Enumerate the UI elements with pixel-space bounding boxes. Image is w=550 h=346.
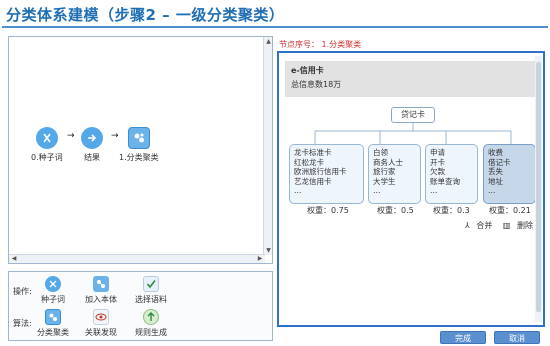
tool-label: 规则生成 xyxy=(135,328,167,337)
cluster-icon xyxy=(127,127,150,149)
tool-association[interactable]: 关联发现 xyxy=(77,309,125,338)
tree-connectors xyxy=(314,123,512,144)
trash-icon: ▥ xyxy=(502,221,511,230)
cluster-weight: 权重：0.75 xyxy=(307,206,349,215)
cluster-term: 申请 xyxy=(430,148,445,157)
cluster-term: 开卡 xyxy=(430,157,445,167)
cluster-term: 艺龙信用卡 xyxy=(294,176,332,186)
tool-label: 选择语料 xyxy=(135,295,167,304)
canvas-vertical-scrollbar[interactable]: ▲ ▼ xyxy=(263,37,272,255)
cluster-term: 欧洲旅行信用卡 xyxy=(294,167,347,176)
cluster-term: … xyxy=(294,186,302,195)
cluster-term: 大学生 xyxy=(373,176,396,186)
flow-node-cluster[interactable]: 1.分类聚类 xyxy=(119,127,159,163)
cluster-weight: 权重：0.21 xyxy=(489,206,531,215)
scroll-down-icon[interactable]: ▼ xyxy=(265,247,272,254)
seed-icon xyxy=(45,276,61,292)
merge-label: 合并 xyxy=(476,221,493,230)
page-title: 分类体系建模（步骤2 – 一级分类聚类） xyxy=(6,6,285,24)
flow-node-label: 结果 xyxy=(84,153,100,162)
cluster-card[interactable]: 申请 开卡 欠款 账单查询 … xyxy=(425,144,478,204)
delete-label: 删除 xyxy=(517,221,533,230)
toolbox: 操作: 算法: 种子词 加入本体 选择语料 分类聚类 关联发现 规则生成 xyxy=(8,271,273,341)
panel-scrollbar[interactable] xyxy=(535,56,542,322)
tool-select-corpus[interactable]: 选择语料 xyxy=(127,276,175,305)
add-ontology-icon xyxy=(93,276,109,292)
finish-button[interactable]: 完成 xyxy=(440,331,486,344)
tool-label: 关联发现 xyxy=(85,328,117,337)
cluster-card[interactable]: 白领 商务人士 旅行家 大学生 … xyxy=(368,144,421,204)
cluster-card-selected[interactable]: 收费 借记卡 丢失 地址 … xyxy=(483,144,536,204)
merge-action[interactable]: ⅄ 合并 xyxy=(461,221,495,230)
delete-action[interactable]: ▥ 删除 xyxy=(499,221,533,230)
merge-icon: ⅄ xyxy=(464,221,470,230)
tool-label: 加入本体 xyxy=(85,295,117,304)
flow-canvas[interactable]: 0.种子词 → 结果 → 1.分类聚类 ▲ ▼ ◀ ▶ xyxy=(8,36,273,264)
flow-node-result[interactable]: 结果 xyxy=(81,127,103,163)
flow-arrow-icon: → xyxy=(111,131,119,141)
result-arrow-icon xyxy=(81,127,103,149)
canvas-horizontal-scrollbar[interactable]: ◀ ▶ xyxy=(9,254,265,263)
scroll-right-icon[interactable]: ▶ xyxy=(256,255,264,263)
cluster-term: 旅行家 xyxy=(373,167,396,176)
rule-icon xyxy=(143,309,159,325)
scroll-up-icon[interactable]: ▲ xyxy=(265,38,272,45)
cluster-term: … xyxy=(373,186,381,195)
cluster-term: 红松龙卡 xyxy=(294,157,324,167)
cluster-card[interactable]: 龙卡标准卡 红松龙卡 欧洲旅行信用卡 艺龙信用卡 … xyxy=(289,144,364,204)
cluster-weight: 权重：0.5 xyxy=(377,206,414,215)
tool-seed[interactable]: 种子词 xyxy=(29,276,77,305)
cluster-icon xyxy=(45,309,61,325)
cluster-term: 账单查询 xyxy=(430,176,460,186)
cluster-term: 地址 xyxy=(488,176,503,186)
cluster-actions: ⅄ 合并 ▥ 删除 xyxy=(457,220,533,231)
cluster-term: 商务人士 xyxy=(373,157,403,167)
title-divider xyxy=(2,26,548,28)
flow-arrow-icon: → xyxy=(67,131,75,141)
seed-icon xyxy=(35,127,58,149)
cluster-weight: 权重：0.3 xyxy=(433,206,470,215)
node-number: 节点序号： 1.分类聚类 xyxy=(279,40,362,49)
cluster-term: 借记卡 xyxy=(488,157,511,167)
cancel-button[interactable]: 取消 xyxy=(494,331,540,344)
tool-label: 分类聚类 xyxy=(37,328,69,337)
tool-cluster[interactable]: 分类聚类 xyxy=(29,309,77,338)
flow-node-label: 1.分类聚类 xyxy=(119,153,159,162)
cluster-term: 丢失 xyxy=(488,167,503,176)
cluster-term: … xyxy=(488,186,496,195)
cluster-term: 龙卡标准卡 xyxy=(294,148,332,157)
select-corpus-icon xyxy=(143,276,159,292)
scroll-left-icon[interactable]: ◀ xyxy=(10,255,18,263)
eye-icon xyxy=(93,309,109,325)
cluster-term: … xyxy=(430,186,438,195)
scrollbar-thumb[interactable] xyxy=(536,62,541,312)
tool-add-ontology[interactable]: 加入本体 xyxy=(77,276,125,305)
cluster-panel: e-信用卡 总信息数18万 贷记卡 龙卡标准卡 红松龙卡 欧洲旅行信用卡 艺龙信… xyxy=(277,51,545,327)
tool-label: 种子词 xyxy=(41,295,65,304)
tool-rule[interactable]: 规则生成 xyxy=(127,309,175,338)
flow-node-label: 0.种子词 xyxy=(31,153,63,162)
flow-node-seed[interactable]: 0.种子词 xyxy=(31,127,63,163)
root-node[interactable]: 贷记卡 xyxy=(391,107,435,123)
cluster-term: 欠款 xyxy=(430,167,445,176)
cluster-term: 收费 xyxy=(488,148,503,157)
cluster-term: 白领 xyxy=(373,148,388,157)
